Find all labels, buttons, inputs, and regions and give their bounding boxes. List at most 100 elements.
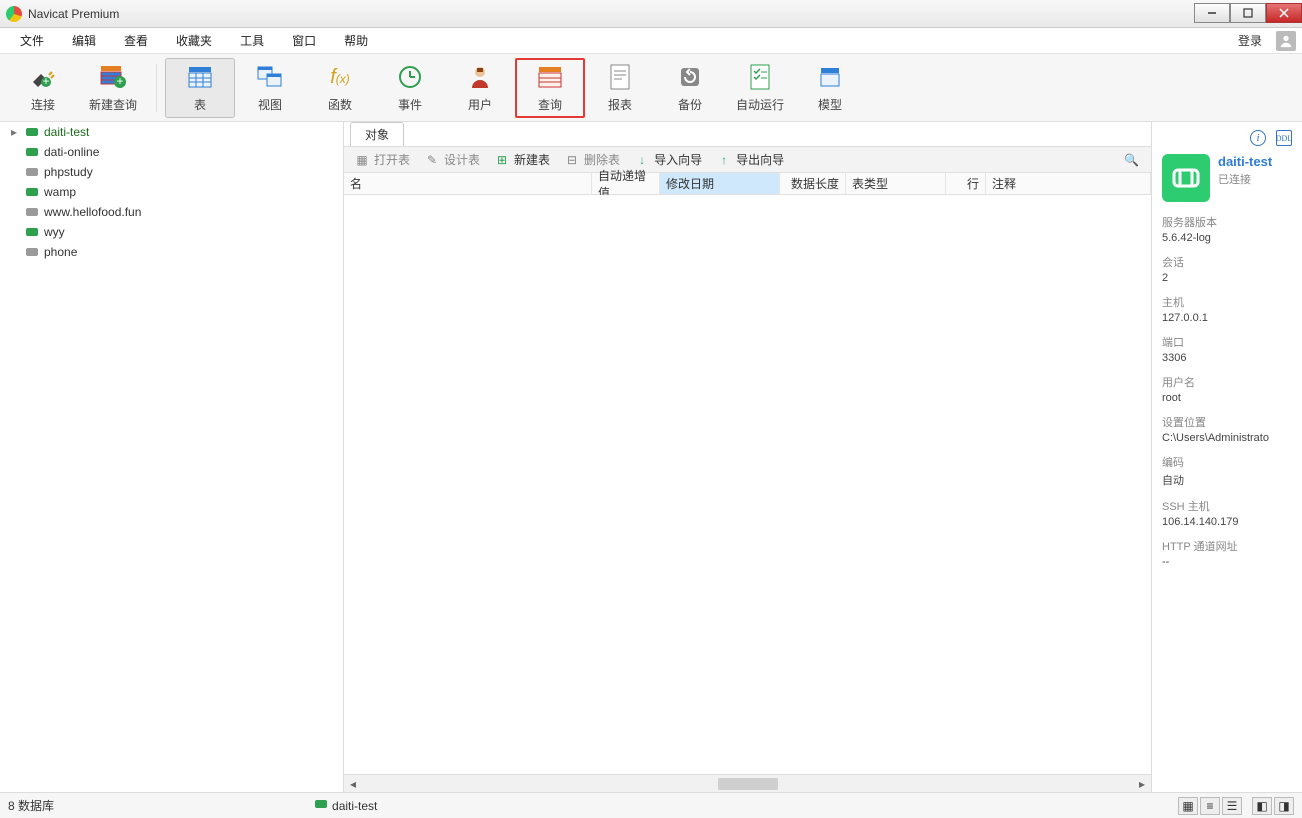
horizontal-scrollbar[interactable]: ◂ ▸ [344,774,1151,792]
view-icon [255,62,285,92]
minimize-button[interactable] [1194,3,1230,23]
toolbar-view[interactable]: 视图 [235,58,305,118]
new-table-icon: ⊞ [494,152,510,168]
toolbar-event[interactable]: 事件 [375,58,445,118]
status-left: 8 数据库 [8,797,54,814]
info-value: 5.6.42-log [1162,232,1292,244]
col-datalen[interactable]: 数据长度 [780,173,846,194]
menu-edit[interactable]: 编辑 [58,28,110,53]
info-key: HTTP 通道网址 [1162,538,1292,554]
new-table-button[interactable]: ⊞新建表 [488,149,556,170]
svg-text:+: + [116,74,123,88]
toolbar-table[interactable]: 表 [165,58,235,118]
toolbar-model[interactable]: 模型 [795,58,865,118]
toolbar-function[interactable]: f(x) 函数 [305,58,375,118]
connection-item-phone[interactable]: phone [0,242,343,262]
search-icon[interactable]: 🔍 [1116,153,1147,167]
toolbar-newquery[interactable]: + 新建查询 [78,58,148,118]
db-icon [24,124,40,140]
model-icon [815,62,845,92]
delete-table-icon: ⊟ [564,152,580,168]
info-value: 127.0.0.1 [1162,312,1292,324]
statusbar: 8 数据库 daiti-test ▦ ≡ ☰ ◧ ◨ [0,792,1302,818]
connections-sidebar: ▸ daiti-test dati-online phpstudy wamp w… [0,122,344,792]
scroll-left-icon[interactable]: ◂ [344,777,362,791]
db-icon [24,144,40,160]
info-value: 106.14.140.179 [1162,516,1292,528]
toolbar-connect[interactable]: + 连接 [8,58,78,118]
connection-big-icon [1162,154,1210,202]
col-modified[interactable]: 修改日期 [660,173,780,194]
info-field: HTTP 通道网址 -- [1162,538,1292,568]
login-link[interactable]: 登录 [1230,28,1270,53]
connection-label: daiti-test [44,125,89,139]
object-toolbar: ▦打开表 ✎设计表 ⊞新建表 ⊟删除表 ↓导入向导 ↑导出向导 🔍 [344,147,1151,173]
col-rows[interactable]: 行 [946,173,986,194]
menu-tools[interactable]: 工具 [226,28,278,53]
export-icon: ↑ [716,152,732,168]
menu-file[interactable]: 文件 [6,28,58,53]
db-icon [24,224,40,240]
design-table-button[interactable]: ✎设计表 [418,149,486,170]
toolbar-report[interactable]: 报表 [585,58,655,118]
view-list-icon[interactable]: ≡ [1200,797,1220,815]
toolbar-backup[interactable]: 备份 [655,58,725,118]
db-icon [24,244,40,260]
avatar-icon[interactable] [1276,31,1296,51]
toolbar-query[interactable]: 查询 [515,58,585,118]
info-field: 服务器版本 5.6.42-log [1162,214,1292,244]
pane-right-icon[interactable]: ◨ [1274,797,1294,815]
export-button[interactable]: ↑导出向导 [710,149,790,170]
newquery-icon: + [98,62,128,92]
user-icon [465,62,495,92]
tab-object[interactable]: 对象 [350,122,404,146]
plug-icon: + [28,62,58,92]
info-key: 服务器版本 [1162,214,1292,230]
toolbar-autorun[interactable]: 自动运行 [725,58,795,118]
connection-label: wamp [44,185,76,199]
connection-item-www.hellofood.fun[interactable]: www.hellofood.fun [0,202,343,222]
connection-item-wamp[interactable]: wamp [0,182,343,202]
connection-item-dati-online[interactable]: dati-online [0,142,343,162]
col-comment[interactable]: 注释 [986,173,1151,194]
menu-favorites[interactable]: 收藏夹 [162,28,226,53]
info-key: 会话 [1162,254,1292,270]
menu-view[interactable]: 查看 [110,28,162,53]
tree-arrow-icon[interactable]: ▸ [8,125,20,139]
clock-icon [395,62,425,92]
info-value: 3306 [1162,352,1292,364]
menu-window[interactable]: 窗口 [278,28,330,53]
connection-item-phpstudy[interactable]: phpstudy [0,162,343,182]
col-name[interactable]: 名 [344,173,592,194]
app-icon [6,6,22,22]
column-headers: 名 自动递增值 修改日期 数据长度 表类型 行 注释 [344,173,1151,195]
col-tabletype[interactable]: 表类型 [846,173,946,194]
info-value: -- [1162,556,1292,568]
scroll-thumb[interactable] [718,778,778,790]
connection-label: dati-online [44,145,99,159]
maximize-button[interactable] [1230,3,1266,23]
connection-label: phpstudy [44,165,93,179]
connection-icon [314,797,328,814]
col-autoinc[interactable]: 自动递增值 [592,173,660,194]
pane-left-icon[interactable]: ◧ [1252,797,1272,815]
report-icon [605,62,635,92]
open-table-button[interactable]: ▦打开表 [348,149,416,170]
tabbar: 对象 [344,122,1151,147]
info-value: C:\Users\Administrato [1162,432,1292,444]
connection-item-daiti-test[interactable]: ▸ daiti-test [0,122,343,142]
info-field: 端口 3306 [1162,334,1292,364]
info-value: root [1162,392,1292,404]
ddl-icon[interactable]: DDL [1276,130,1292,146]
info-key: 端口 [1162,334,1292,350]
close-button[interactable] [1266,3,1302,23]
info-icon[interactable]: i [1250,130,1266,146]
menu-help[interactable]: 帮助 [330,28,382,53]
scroll-right-icon[interactable]: ▸ [1133,777,1151,791]
status-connection[interactable]: daiti-test [314,797,377,814]
connection-item-wyy[interactable]: wyy [0,222,343,242]
toolbar-user[interactable]: 用户 [445,58,515,118]
query-icon [535,62,565,92]
view-detail-icon[interactable]: ☰ [1222,797,1242,815]
view-grid-icon[interactable]: ▦ [1178,797,1198,815]
